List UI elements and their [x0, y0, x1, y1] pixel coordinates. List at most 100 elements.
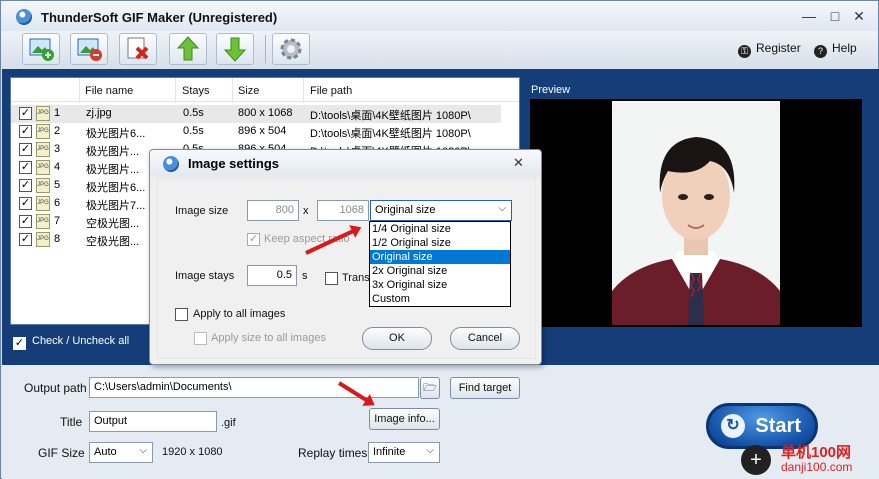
check-all-label: Check / Uncheck all	[32, 335, 130, 347]
settings-icon	[280, 38, 302, 60]
check-all-checkbox[interactable]: ✓	[13, 337, 26, 350]
app-icon	[16, 9, 32, 25]
header-stays[interactable]: Stays	[182, 85, 210, 97]
apply-size-all-label: Apply size to all images	[211, 332, 326, 344]
row-number: 1	[54, 107, 61, 119]
header-file-path[interactable]: File path	[310, 85, 352, 97]
size-option[interactable]: 2x Original size	[370, 264, 510, 278]
header-size[interactable]: Size	[238, 85, 259, 97]
row-number: 2	[54, 125, 61, 137]
list-row[interactable]: ✓ JPG 2 极光图片6... 0.5s 896 x 504 D:\tools\桌面\4K…	[11, 123, 501, 141]
row-checkbox[interactable]: ✓	[19, 143, 32, 156]
add-image-icon	[29, 38, 54, 61]
clear-icon	[127, 37, 149, 60]
row-file-name: 极光图片6...	[86, 128, 146, 140]
size-option[interactable]: 1/4 Original size	[370, 222, 510, 236]
column-divider	[175, 78, 176, 102]
watermark-text: 单机100网	[781, 444, 852, 461]
header-file-name[interactable]: File name	[85, 85, 133, 97]
image-file-icon: JPG	[36, 106, 50, 121]
stays-input[interactable]: 0.5	[247, 265, 297, 286]
image-file-icon: JPG	[36, 214, 50, 229]
row-checkbox[interactable]: ✓	[19, 233, 32, 246]
ok-button[interactable]: OK	[362, 327, 432, 350]
image-file-icon: JPG	[36, 178, 50, 193]
apply-size-all-checkbox[interactable]	[194, 332, 207, 345]
row-checkbox[interactable]: ✓	[19, 197, 32, 210]
row-checkbox[interactable]: ✓	[19, 179, 32, 192]
size-option[interactable]: Original size	[370, 250, 510, 264]
row-file-path: D:\tools\桌面\4K壁纸图片 1080P\	[310, 110, 471, 122]
move-up-button[interactable]	[169, 33, 207, 65]
move-down-icon	[223, 37, 247, 62]
dialog-title-bar: Image settings ✕	[150, 150, 541, 177]
chevron-down-icon: ⌵	[139, 445, 147, 456]
help-link[interactable]: ? Help	[814, 41, 857, 58]
height-input[interactable]: 1068	[317, 200, 369, 221]
gif-size-value: Auto	[94, 446, 117, 458]
maximize-icon[interactable]: □	[823, 6, 847, 26]
start-label: Start	[755, 415, 801, 437]
row-stays: 0.5s	[183, 125, 204, 137]
gif-size-select[interactable]: Auto ⌵	[89, 442, 153, 463]
move-down-button[interactable]	[216, 33, 254, 65]
dialog-close-icon[interactable]: ✕	[513, 155, 524, 171]
size-option[interactable]: 3x Original size	[370, 278, 510, 292]
apply-all-checkbox[interactable]	[175, 308, 188, 321]
transparent-checkbox[interactable]	[325, 272, 338, 285]
browse-folder-button[interactable]: 🗁	[420, 377, 440, 399]
list-header: File name Stays Size File path	[11, 78, 519, 102]
row-file-name: zj.jpg	[86, 107, 112, 119]
row-checkbox[interactable]: ✓	[19, 107, 32, 120]
image-file-icon: JPG	[36, 196, 50, 211]
close-icon[interactable]: ✕	[847, 6, 871, 26]
toolbar-separator	[265, 35, 266, 63]
minimize-icon[interactable]: —	[797, 6, 821, 26]
size-mode-select[interactable]: Original size ⌵	[370, 200, 512, 221]
watermark: + 单机100网 danji100.com	[741, 441, 875, 477]
image-info-button[interactable]: Image info...	[369, 408, 440, 430]
settings-button[interactable]	[272, 33, 310, 65]
column-divider	[232, 78, 233, 102]
size-option[interactable]: Custom	[370, 292, 510, 306]
replay-value: Infinite	[373, 446, 406, 458]
replay-times-select[interactable]: Infinite ⌵	[368, 442, 440, 463]
size-mode-dropdown: 1/4 Original size 1/2 Original size Origin…	[369, 221, 511, 307]
list-row[interactable]: ✓ JPG 1 zj.jpg 0.5s 800 x 1068 D:\tools\桌面\4K壁…	[11, 105, 501, 123]
keep-aspect-checkbox[interactable]: ✓	[247, 233, 260, 246]
folder-icon: 🗁	[423, 382, 437, 394]
help-label: Help	[832, 41, 857, 55]
image-file-icon: JPG	[36, 232, 50, 247]
move-up-icon	[176, 36, 200, 61]
size-separator: x	[303, 205, 309, 217]
remove-image-button[interactable]	[70, 33, 108, 65]
width-input[interactable]: 800	[247, 200, 299, 221]
row-number: 7	[54, 215, 61, 227]
preview-label: Preview	[531, 84, 571, 96]
size-option[interactable]: 1/2 Original size	[370, 236, 510, 250]
column-divider	[303, 78, 304, 102]
window-title: ThunderSoft GIF Maker (Unregistered)	[41, 10, 278, 25]
check-all-toggle[interactable]: ✓ Check / Uncheck all	[13, 335, 129, 350]
preview-panel	[530, 99, 862, 327]
stays-unit: s	[302, 270, 308, 282]
register-label: Register	[756, 41, 801, 55]
row-size: 896 x 504	[238, 125, 287, 137]
row-number: 8	[54, 233, 61, 245]
add-image-button[interactable]	[22, 33, 60, 65]
clear-list-button[interactable]	[119, 33, 157, 65]
register-link[interactable]: ⚿ Register	[738, 41, 801, 58]
row-checkbox[interactable]: ✓	[19, 161, 32, 174]
preview-image	[612, 101, 780, 325]
image-size-label: Image size	[175, 205, 229, 217]
chevron-down-icon: ⌵	[426, 445, 434, 456]
cancel-button[interactable]: Cancel	[450, 327, 520, 350]
chevron-down-icon: ⌵	[498, 203, 506, 214]
row-checkbox[interactable]: ✓	[19, 125, 32, 138]
row-checkbox[interactable]: ✓	[19, 215, 32, 228]
output-path-label: Output path	[24, 381, 87, 395]
row-number: 3	[54, 143, 61, 155]
title-input[interactable]: Output	[89, 411, 217, 432]
row-number: 6	[54, 197, 61, 209]
find-target-button[interactable]: Find target	[450, 377, 520, 399]
